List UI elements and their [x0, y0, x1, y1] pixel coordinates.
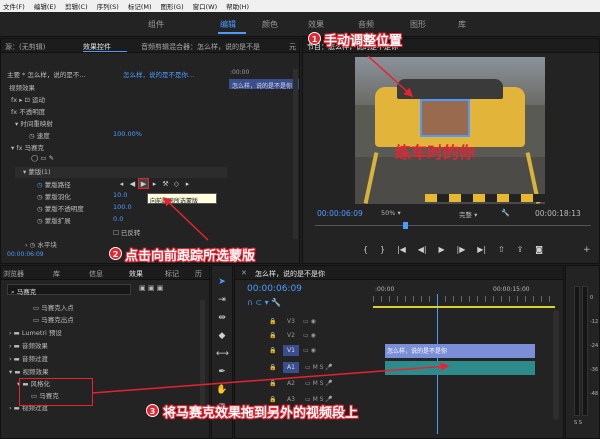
arrow-1 — [367, 55, 414, 98]
annotation-1-badge: 1 — [308, 32, 321, 45]
annotation-3-badge: 3 — [146, 404, 159, 417]
arrow-3 — [91, 362, 450, 394]
annotation-1-text: 手动调整位置 — [324, 34, 403, 49]
annotation-2-badge: 2 — [109, 247, 122, 260]
annotation-arrows — [91, 55, 450, 394]
arrow-2 — [162, 196, 209, 241]
annotation-3-text: 将马赛克效果拖到另外的视频段上 — [163, 406, 359, 421]
annotation-2-text: 点击向前跟踪所选蒙版 — [125, 249, 256, 264]
